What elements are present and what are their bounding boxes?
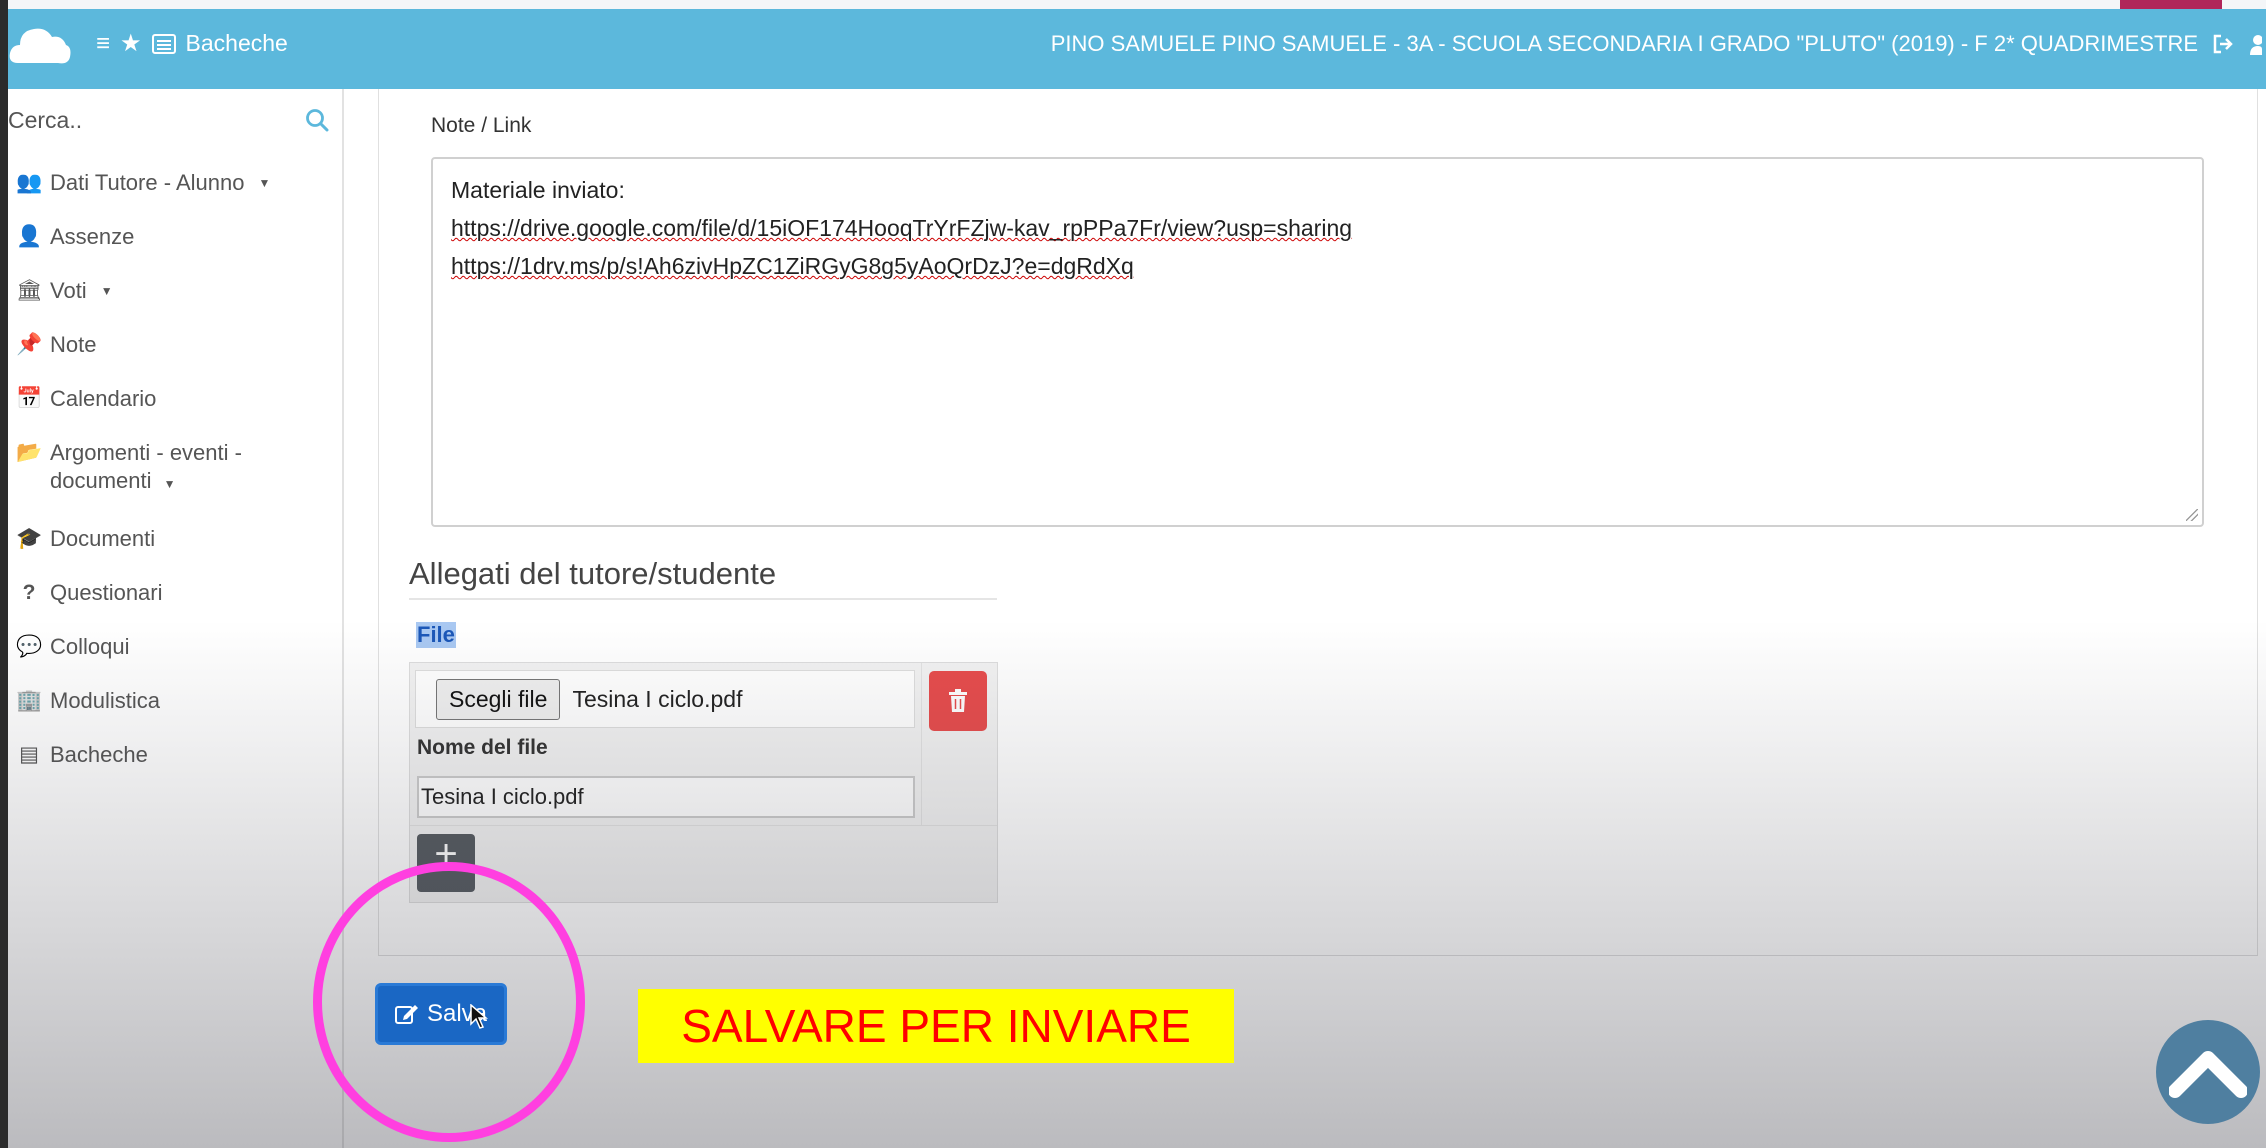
sidebar-item-dati-tutore[interactable]: 👥 Dati Tutore - Alunno ▼ xyxy=(16,161,336,215)
folder-open-icon: 📂 xyxy=(16,441,43,464)
callout-annotation: SALVARE PER INVIARE xyxy=(638,989,1234,1063)
note-line-1: Materiale inviato: xyxy=(451,177,625,203)
chevron-up-icon xyxy=(2169,1051,2247,1098)
sidebar-item-argomenti[interactable]: 📂 Argomenti - eventi - documenti ▼ xyxy=(16,431,336,517)
bank-icon: 🏛 xyxy=(16,279,43,302)
sidebar-item-bacheche[interactable]: ▤ Bacheche xyxy=(16,733,336,787)
star-icon[interactable]: ★ xyxy=(120,29,142,58)
caret-down-icon: ▼ xyxy=(163,477,176,491)
note-link-textarea[interactable]: Materiale inviato: https://drive.google.… xyxy=(431,157,2204,527)
caret-down-icon: ▼ xyxy=(100,284,113,298)
sidebar-item-label: Voti xyxy=(50,278,87,303)
question-icon: ? xyxy=(22,581,36,604)
note-link-drive: https://drive.google.com/file/d/15iOF174… xyxy=(451,215,1353,241)
sidebar-item-label: Assenze xyxy=(50,224,135,249)
sidebar-item-documenti[interactable]: 🎓 Documenti xyxy=(16,517,336,571)
user-context-text[interactable]: PINO SAMUELE PINO SAMUELE - 3A - SCUOLA … xyxy=(1051,31,2198,57)
highlight-circle-annotation xyxy=(313,862,585,1142)
sidebar-item-label: Dati Tutore - Alunno xyxy=(50,170,245,195)
header-nav: ≡ ★ Bacheche xyxy=(96,29,288,58)
sidebar-item-label: Note xyxy=(50,332,97,357)
cloud-logo-icon[interactable] xyxy=(8,17,72,77)
sidebar-item-label-line2: documenti xyxy=(50,468,152,493)
sidebar-item-calendario[interactable]: 📅 Calendario xyxy=(16,377,336,431)
filename-input[interactable] xyxy=(417,776,915,818)
sidebar-search xyxy=(8,95,344,145)
sidebar-item-assenze[interactable]: 👤 Assenze xyxy=(16,215,336,269)
user-icon[interactable] xyxy=(2248,33,2262,55)
sidebar-item-label: Modulistica xyxy=(50,688,161,713)
sidebar-item-modulistica[interactable]: 🏢 Modulistica xyxy=(16,679,336,733)
list-alt-icon xyxy=(151,33,176,54)
sidebar-menu: 👥 Dati Tutore - Alunno ▼ 👤 Assenze 🏛 Vot… xyxy=(16,161,336,787)
header-user-info: PINO SAMUELE PINO SAMUELE - 3A - SCUOLA … xyxy=(1051,31,2262,57)
calendar-icon: 📅 xyxy=(16,387,43,410)
note-link-onedrive: https://1drv.ms/p/s!Ah6zivHpZC1ZiRGyG8g5… xyxy=(451,253,1134,279)
sidebar: 👥 Dati Tutore - Alunno ▼ 👤 Assenze 🏛 Vot… xyxy=(8,89,344,1148)
nav-bacheche-link[interactable]: Bacheche xyxy=(186,30,288,57)
corner-tab xyxy=(2120,0,2222,9)
comments-icon: 💬 xyxy=(16,635,43,658)
sidebar-item-label: Colloqui xyxy=(50,634,130,659)
trash-icon xyxy=(949,689,967,712)
left-edge xyxy=(0,0,8,1148)
choose-file-button[interactable]: Scegli file xyxy=(436,678,561,720)
building-icon: 🏢 xyxy=(16,689,43,712)
sidebar-item-label-line1: Argomenti - eventi - xyxy=(50,440,242,465)
delete-attachment-button[interactable] xyxy=(929,671,987,731)
graduation-cap-icon: 🎓 xyxy=(16,527,43,550)
divider xyxy=(921,663,922,825)
sidebar-item-label: Argomenti - eventi - documenti ▼ xyxy=(50,439,242,498)
hamburger-menu-icon[interactable]: ≡ xyxy=(96,30,110,58)
top-navbar: ≡ ★ Bacheche PINO SAMUELE PINO SAMUELE -… xyxy=(8,9,2266,89)
note-link-label: Note / Link xyxy=(431,114,532,137)
sidebar-item-note[interactable]: 📌 Note xyxy=(16,323,336,377)
user-icon: 👤 xyxy=(16,225,43,248)
resize-handle[interactable] xyxy=(2186,509,2198,521)
sign-out-icon[interactable] xyxy=(2212,33,2234,55)
sidebar-item-label: Bacheche xyxy=(50,742,148,767)
list-alt-icon: ▤ xyxy=(19,743,39,766)
chosen-file-name: Tesina I ciclo.pdf xyxy=(572,685,743,712)
sidebar-item-colloqui[interactable]: 💬 Colloqui xyxy=(16,625,336,679)
file-label: File xyxy=(416,622,456,648)
sidebar-item-label: Calendario xyxy=(50,386,157,411)
top-edge xyxy=(0,0,2266,9)
search-icon[interactable] xyxy=(304,107,330,133)
sidebar-item-label: Questionari xyxy=(50,580,163,605)
divider xyxy=(410,825,997,826)
sidebar-item-questionari[interactable]: ? Questionari xyxy=(16,571,336,625)
pushpin-icon: 📌 xyxy=(16,333,43,356)
users-icon: 👥 xyxy=(16,171,43,194)
mouse-cursor-icon xyxy=(470,1004,488,1029)
file-input[interactable]: Scegli file Tesina I ciclo.pdf xyxy=(415,670,915,728)
caret-down-icon: ▼ xyxy=(258,176,271,190)
sidebar-item-voti[interactable]: 🏛 Voti ▼ xyxy=(16,269,336,323)
filename-label: Nome del file xyxy=(417,736,548,759)
search-input[interactable] xyxy=(8,106,288,134)
sidebar-item-label: Documenti xyxy=(50,526,156,551)
scroll-to-top-button[interactable] xyxy=(2156,1020,2260,1124)
attachments-title: Allegati del tutore/studente xyxy=(409,556,997,600)
